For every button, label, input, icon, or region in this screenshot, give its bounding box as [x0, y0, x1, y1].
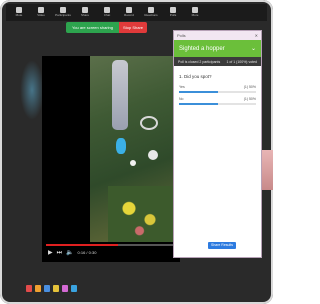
- video-player[interactable]: ▶ ⏭ 🔈 0:16 / 0:30: [42, 56, 180, 262]
- option-bar-fill: [179, 91, 218, 93]
- flower-bed: [108, 186, 178, 242]
- option-bar: [179, 91, 256, 93]
- play-icon[interactable]: ▶: [48, 249, 53, 257]
- blue-object: [116, 138, 126, 154]
- small-ball: [130, 160, 136, 166]
- person-figure: [112, 60, 128, 130]
- app-icon-1[interactable]: [26, 284, 32, 292]
- white-ball: [148, 150, 158, 160]
- option-bar: [179, 103, 256, 105]
- option-value: (1) 50%: [243, 97, 256, 101]
- polls-button[interactable]: Polls: [168, 7, 178, 18]
- participant-thumbnail[interactable]: [262, 150, 273, 190]
- record-button[interactable]: Record: [124, 7, 134, 18]
- share-button[interactable]: Share: [80, 7, 90, 18]
- tire-object: [140, 116, 158, 130]
- stop-share-button[interactable]: Stop Share: [119, 22, 148, 33]
- progress-fill: [46, 244, 118, 246]
- poll-option: No (1) 50%: [174, 95, 261, 107]
- more-button[interactable]: More: [190, 7, 200, 18]
- reactions-button[interactable]: Reactions: [144, 7, 158, 18]
- panel-window-title: Polls: [177, 33, 186, 38]
- progress-bar[interactable]: [46, 244, 176, 246]
- chat-button[interactable]: Chat: [102, 7, 112, 18]
- share-results-button[interactable]: Share Results: [208, 242, 236, 249]
- poll-status-bar: Poll is closed 2 participants 1 of 1 (10…: [174, 57, 261, 66]
- video-controls: ▶ ⏭ 🔈 0:16 / 0:30: [42, 242, 180, 262]
- option-label: Yes: [179, 85, 185, 89]
- volume-icon[interactable]: 🔈: [66, 249, 73, 257]
- mute-button[interactable]: Mute: [14, 7, 24, 18]
- option-bar-fill: [179, 103, 218, 105]
- poll-status-right: 1 of 1 (100%) voted: [226, 59, 257, 64]
- app-icon-5[interactable]: [62, 284, 68, 292]
- poll-option: Yes (1) 50%: [174, 83, 261, 95]
- control-row: ▶ ⏭ 🔈 0:16 / 0:30: [48, 249, 96, 257]
- next-icon[interactable]: ⏭: [57, 249, 62, 257]
- app-icon-4[interactable]: [53, 284, 59, 292]
- option-label: No: [179, 97, 184, 101]
- time-display: 0:16 / 0:30: [77, 250, 97, 255]
- app-window: Mute Video Participants Share Chat Recor…: [0, 0, 273, 304]
- sharing-status: You are screen sharing: [66, 22, 119, 33]
- poll-status-left: Poll is closed 2 participants: [178, 59, 221, 64]
- polls-panel: Polls ✕ Sighted a hopper ⌄ Poll is close…: [173, 30, 262, 258]
- app-icon-6[interactable]: [71, 284, 77, 292]
- option-value: (1) 50%: [243, 85, 256, 89]
- video-frame: [90, 56, 180, 242]
- chevron-down-icon[interactable]: ⌄: [251, 45, 256, 52]
- app-icon-2[interactable]: [35, 284, 41, 292]
- poll-title: Sighted a hopper: [179, 45, 225, 52]
- video-button[interactable]: Video: [36, 7, 46, 18]
- screen-share-banner: You are screen sharing Stop Share: [66, 22, 148, 33]
- blurred-thumbnail: [20, 60, 44, 120]
- taskbar: [20, 281, 259, 295]
- panel-titlebar: Polls ✕: [174, 31, 261, 40]
- close-icon[interactable]: ✕: [255, 33, 258, 38]
- meeting-toolbar: Mute Video Participants Share Chat Recor…: [6, 4, 267, 21]
- poll-question: 1. Did you spot?: [179, 74, 212, 79]
- participants-button[interactable]: Participants: [55, 7, 71, 18]
- app-icon-3[interactable]: [44, 284, 50, 292]
- poll-header: Sighted a hopper ⌄: [174, 40, 261, 57]
